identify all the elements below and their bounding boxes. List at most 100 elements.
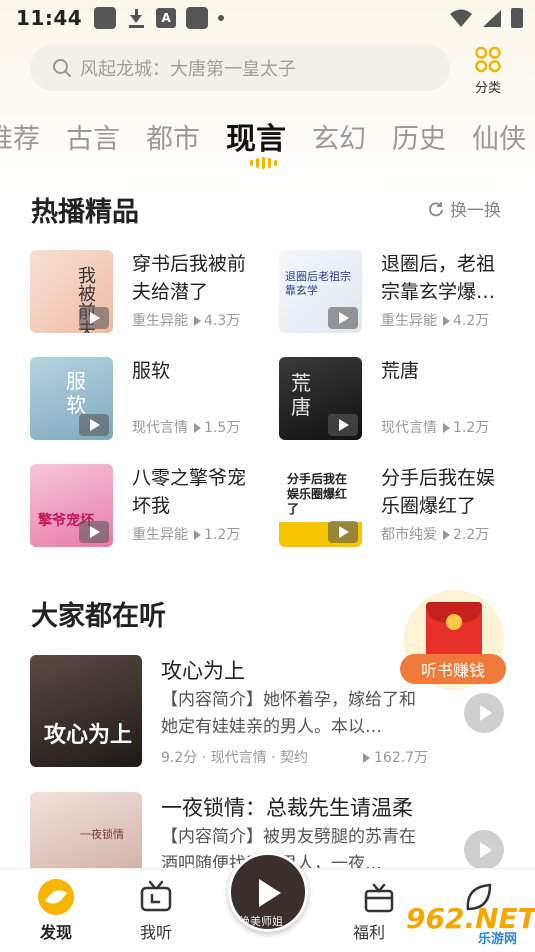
book-title: 穿书后我被前夫给潜了 (132, 253, 247, 303)
book-meta: 都市纯爱 2.2万 (381, 524, 489, 544)
gift-icon (364, 883, 394, 913)
hot-item[interactable]: 服软 服软 现代言情 1.5万 (30, 357, 270, 443)
book-cover: 我被前夫 (30, 250, 113, 333)
book-genre: 现代言情 (381, 420, 437, 436)
book-title: 攻心为上 (161, 659, 245, 683)
discover-icon (38, 879, 74, 915)
status-notification-icons: A (94, 7, 225, 29)
plays-icon (194, 423, 201, 433)
plays-icon (194, 530, 201, 540)
book-cover: 荒唐 (279, 357, 362, 440)
book-title: 分手后我在娱乐圈爆红了 (381, 467, 496, 517)
book-plays: 4.3万 (204, 313, 241, 329)
book-cover: 分手后我在娱乐圈爆红了 (279, 464, 362, 547)
cover-title-art: 攻心为上 (44, 722, 133, 748)
book-genre: 现代言情 (132, 420, 188, 436)
tv-icon (140, 880, 172, 912)
nav-my-listen[interactable]: 我听 (126, 879, 186, 943)
cover-title-art: 退圈后老祖宗靠玄学 (285, 270, 351, 297)
now-playing-button[interactable]: 绝美师姐 (228, 852, 308, 932)
watermark-subtext: 乐游网 (478, 932, 518, 947)
status-bar: 11:44 A (0, 0, 535, 36)
book-meta: 9.2分 · 现代言情 · 契约 (161, 750, 308, 766)
book-meta: 重生异能 4.3万 (132, 310, 240, 330)
cover-title-art: 服软 (66, 369, 86, 417)
hot-item[interactable]: 擎爷宠坏 八零之擎爷宠坏我 重生异能 1.2万 (30, 464, 270, 550)
hot-item[interactable]: 荒唐 荒唐 现代言情 1.2万 (279, 357, 519, 443)
book-plays: 2.2万 (453, 527, 490, 543)
play-badge-icon (328, 307, 358, 329)
nav-my-listen-label: 我听 (139, 923, 172, 942)
book-title: 八零之擎爷宠坏我 (132, 467, 247, 517)
cover-title-art: 荒唐 (291, 371, 311, 419)
book-title: 荒唐 (381, 360, 420, 382)
book-genre: 重生异能 (381, 313, 437, 329)
plays-icon (363, 753, 370, 763)
book-plays: 1.2万 (453, 420, 490, 436)
more-notifications-dot-icon (218, 15, 225, 21)
book-meta: 现代言情 1.5万 (132, 417, 240, 437)
plays-icon (443, 316, 450, 326)
play-badge-icon (79, 307, 109, 329)
book-cover: 服软 (30, 357, 113, 440)
search-bar[interactable]: 风起龙城：大唐第一皇太子 (30, 45, 450, 91)
listen-section-title: 大家都在听 (31, 601, 166, 632)
play-badge-icon (79, 414, 109, 436)
tab-history[interactable]: 历史 (392, 117, 446, 156)
active-tab-indicator (250, 157, 277, 169)
refresh-button[interactable]: 换一换 (428, 196, 501, 221)
hot-item[interactable]: 退圈后老祖宗靠玄学 退圈后，老祖宗靠玄学爆… 重生异能 4.2万 (279, 250, 519, 336)
hot-section-title: 热播精品 (31, 197, 139, 228)
book-cover: 攻心为上 (30, 655, 142, 767)
book-plays: 4.2万 (453, 313, 490, 329)
play-button[interactable] (464, 693, 504, 733)
book-title: 一夜锁情：总裁先生请温柔 (161, 796, 413, 820)
search-icon (53, 59, 71, 77)
site-watermark: 962.NET 乐游网 (398, 902, 535, 947)
status-time: 11:44 (16, 6, 83, 30)
plays-icon (443, 423, 450, 433)
book-plays: 1.2万 (204, 527, 241, 543)
book-cover: 擎爷宠坏 (30, 464, 113, 547)
tab-urban[interactable]: 都市 (146, 117, 200, 156)
hot-item[interactable]: 我被前夫 穿书后我被前夫给潜了 重生异能 4.3万 (30, 250, 270, 336)
category-button[interactable]: 分类 (468, 46, 508, 96)
download-icon (126, 7, 146, 29)
play-button[interactable] (464, 830, 504, 870)
hot-item[interactable]: 分手后我在娱乐圈爆红了 分手后我在娱乐圈爆红了 都市纯爱 2.2万 (279, 464, 519, 550)
a-app-icon: A (156, 8, 177, 28)
book-cover: 退圈后老祖宗靠玄学 (279, 250, 362, 333)
battery-icon (511, 8, 523, 28)
plays-icon (194, 316, 201, 326)
tab-modern-romance[interactable]: 现言 (226, 114, 286, 158)
book-genre: 重生异能 (132, 313, 188, 329)
book-description: 【内容简介】她怀着孕，嫁给了和她定有娃娃亲的男人。本以… (161, 690, 416, 737)
status-system-icons (449, 8, 523, 28)
app-notification-icon (94, 7, 117, 29)
tab-recommend[interactable]: 推荐 (0, 117, 40, 156)
earn-money-label: 听书赚钱 (400, 654, 506, 684)
play-badge-icon (328, 414, 358, 436)
nav-welfare-label: 福利 (352, 923, 385, 942)
cover-title-art: 一夜锁情 (80, 828, 124, 841)
wifi-icon (450, 9, 472, 27)
search-placeholder: 风起龙城：大唐第一皇太子 (80, 59, 296, 80)
book-meta: 现代言情 1.2万 (381, 417, 489, 437)
tab-ancient-romance[interactable]: 古言 (66, 117, 120, 156)
play-badge-icon (328, 521, 358, 543)
now-playing-cover-text: 绝美师姐 (239, 915, 283, 928)
book-title: 退圈后，老祖宗靠玄学爆… (381, 253, 496, 303)
book-plays: 1.5万 (204, 420, 241, 436)
tab-xianxia[interactable]: 仙侠 (472, 117, 526, 156)
book-meta: 重生异能 4.2万 (381, 310, 489, 330)
cover-title-art: 分手后我在娱乐圈爆红了 (287, 472, 348, 516)
tab-fantasy[interactable]: 玄幻 (312, 117, 366, 156)
nav-discover[interactable]: 发现 (26, 879, 86, 943)
refresh-icon (429, 201, 443, 216)
refresh-label: 换一换 (450, 201, 501, 221)
earn-money-float[interactable]: 听书赚钱 (400, 590, 506, 698)
book-genre: 都市纯爱 (381, 527, 437, 543)
play-icon (259, 879, 281, 907)
nav-discover-label: 发现 (39, 923, 72, 942)
book-genre: 重生异能 (132, 527, 188, 543)
